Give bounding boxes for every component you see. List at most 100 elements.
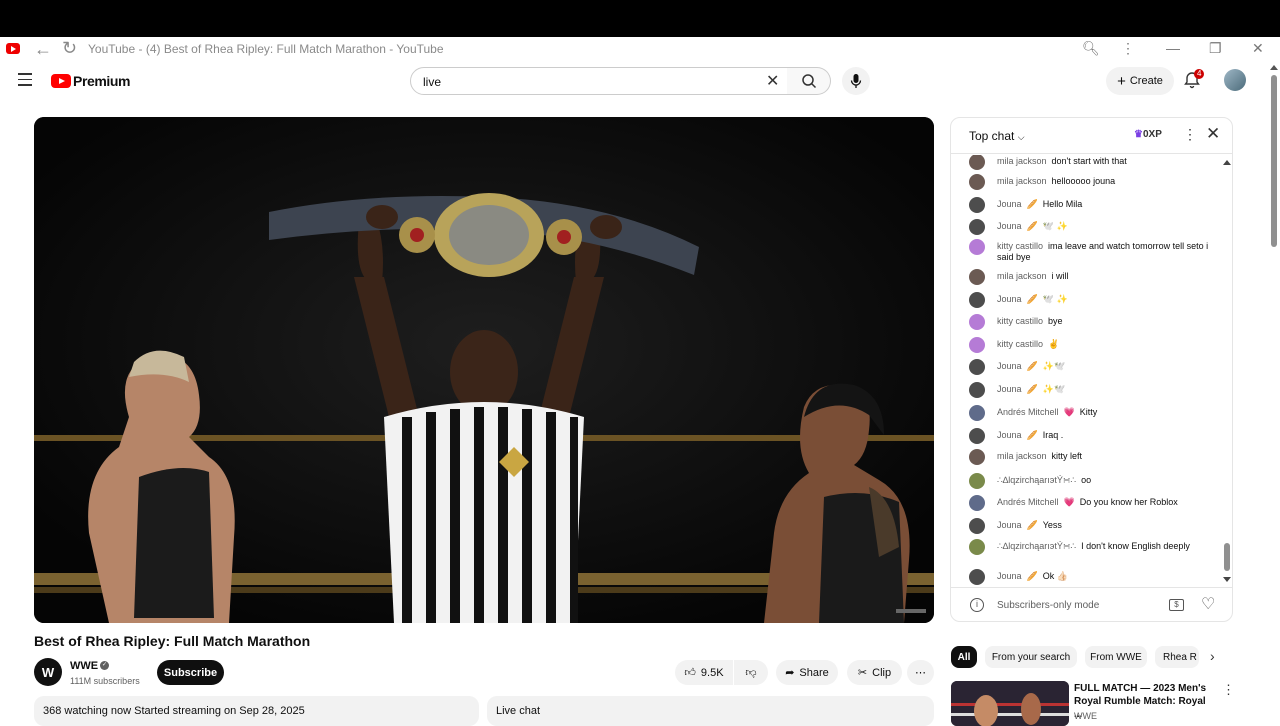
chat-message-text: ✨🕊️ (1042, 384, 1066, 394)
super-chat-icon[interactable]: $ (1169, 599, 1184, 611)
chat-author-name[interactable]: kitty castillo (997, 339, 1043, 349)
chat-author-name[interactable]: Jouna (997, 199, 1022, 209)
chat-author-name[interactable]: Jouna (997, 430, 1022, 440)
chat-message-body: Jouna 🥖 ✨🕊️ (997, 361, 1217, 372)
recommendation-thumbnail[interactable] (951, 681, 1069, 726)
chat-author-avatar[interactable] (969, 219, 985, 235)
menu-icon[interactable] (18, 73, 32, 90)
chat-author-avatar[interactable] (969, 359, 985, 375)
recommendation-menu-icon[interactable]: ⋮ (1222, 682, 1235, 698)
zoom-icon[interactable]: 🔍︎ (1082, 40, 1100, 57)
info-icon[interactable]: i (970, 598, 984, 612)
chat-footer: i Subscribers-only mode $ ♡ (951, 587, 1232, 621)
heart-icon[interactable]: ♡ (1201, 594, 1215, 614)
live-chat-panel-toggle[interactable]: Live chat (487, 696, 934, 726)
chat-author-name[interactable]: mila jackson (997, 451, 1047, 461)
chat-author-avatar[interactable] (969, 539, 985, 555)
more-horizontal-icon: ⋯ (915, 667, 926, 679)
chat-author-avatar[interactable] (969, 174, 985, 190)
chat-author-name[interactable]: Andrés Mitchell (997, 497, 1059, 507)
chip-from-wwe[interactable]: From WWE (1085, 646, 1147, 668)
page-scroll-thumb[interactable] (1271, 75, 1277, 247)
subscribe-button[interactable]: Subscribe (157, 660, 224, 685)
chat-author-avatar[interactable] (969, 239, 985, 255)
reload-icon[interactable]: ↻ (62, 38, 77, 59)
clear-search-icon[interactable]: ✕ (766, 71, 779, 91)
scroll-up-arrow-icon[interactable] (1270, 65, 1278, 70)
page-scrollbar[interactable] (1268, 61, 1280, 720)
search-input[interactable]: live (410, 67, 788, 95)
chat-author-name[interactable]: mila jackson (997, 271, 1047, 281)
chat-author-avatar[interactable] (969, 405, 985, 421)
create-button[interactable]: + Create (1106, 67, 1174, 95)
chat-options-icon[interactable]: ⋮ (1183, 126, 1197, 143)
chat-author-avatar[interactable] (969, 337, 985, 353)
chat-header: Top chat ⌵ ♛0XP ⋮ ✕ (951, 118, 1232, 154)
chat-author-avatar[interactable] (969, 292, 985, 308)
chip-from-your-search[interactable]: From your search (985, 646, 1077, 668)
tab-title: YouTube - (4) Best of Rhea Ripley: Full … (88, 42, 444, 56)
chat-author-name[interactable]: ∴∆lqzirchąarıэtÝ∺∴ (997, 541, 1076, 551)
chat-scroll-thumb[interactable] (1224, 543, 1230, 571)
chat-author-avatar[interactable] (969, 518, 985, 534)
chat-scrollbar[interactable] (1223, 156, 1232, 586)
chat-close-icon[interactable]: ✕ (1206, 124, 1220, 144)
chat-author-name[interactable]: Jouna (997, 520, 1022, 530)
chat-author-avatar[interactable] (969, 428, 985, 444)
chat-message-body: Andrés Mitchell 💗 Do you know her Roblox (997, 497, 1217, 508)
chat-author-avatar[interactable] (969, 269, 985, 285)
chat-author-name[interactable]: Jouna (997, 384, 1022, 394)
chat-author-avatar[interactable] (969, 569, 985, 585)
browser-titlebar: ← ↻ YouTube - (4) Best of Rhea Ripley: F… (0, 37, 1280, 61)
search-button[interactable] (787, 67, 831, 95)
chevron-right-icon[interactable]: › (1210, 648, 1215, 664)
channel-avatar[interactable]: W (34, 658, 62, 686)
video-player[interactable] (34, 117, 934, 623)
chat-scroll-down-icon[interactable] (1223, 577, 1231, 582)
description-box[interactable]: 368 watching now Started streaming on Se… (34, 696, 479, 726)
minimize-icon[interactable]: — (1166, 40, 1180, 56)
like-button[interactable]: 👍︎ 9.5K (675, 660, 733, 685)
chat-author-name[interactable]: Jouna (997, 294, 1022, 304)
chat-author-name[interactable]: Andrés Mitchell (997, 407, 1059, 417)
chat-author-name[interactable]: mila jackson (997, 156, 1047, 166)
xp-indicator[interactable]: ♛0XP (1134, 129, 1162, 140)
channel-name[interactable]: WWE (70, 660, 98, 672)
chat-message-text: 🕊️ ✨ (1042, 294, 1068, 304)
top-chat-dropdown[interactable]: Top chat ⌵ (969, 129, 1025, 143)
chat-message-text: oo (1081, 475, 1092, 485)
chat-author-name[interactable]: kitty castillo (997, 316, 1043, 326)
back-arrow-icon[interactable]: ← (34, 39, 52, 60)
chat-scroll-up-icon[interactable] (1223, 160, 1231, 165)
logo-text: Premium (73, 73, 131, 89)
chat-message-list[interactable]: mila jackson don't start with that mila ja… (951, 155, 1221, 585)
chat-author-name[interactable]: Jouna (997, 361, 1022, 371)
chat-author-badge-icon: 🥖 (1026, 571, 1038, 581)
clip-button[interactable]: ✂ Clip (847, 660, 902, 685)
chat-author-avatar[interactable] (969, 382, 985, 398)
chat-author-name[interactable]: ∴∆lqzirchąarıэtÝ∺∴ (997, 475, 1076, 485)
chat-author-name[interactable]: mila jackson (997, 176, 1047, 186)
chat-message-body: Jouna 🥖 Hello Mila (997, 199, 1217, 210)
chip-all[interactable]: All (951, 646, 977, 668)
chat-author-avatar[interactable] (969, 155, 985, 170)
restore-icon[interactable]: ❐ (1209, 40, 1222, 57)
dislike-button[interactable]: 👎︎ (734, 660, 768, 685)
browser-menu-icon[interactable]: ⋮ (1121, 40, 1135, 57)
share-button[interactable]: ➦ Share (776, 660, 838, 685)
chat-author-name[interactable]: Jouna (997, 571, 1022, 581)
chat-author-avatar[interactable] (969, 314, 985, 330)
chat-author-avatar[interactable] (969, 197, 985, 213)
voice-search-button[interactable] (842, 67, 870, 95)
chat-author-avatar[interactable] (969, 473, 985, 489)
chip-rhea[interactable]: Rhea R (1155, 646, 1199, 668)
chat-author-avatar[interactable] (969, 495, 985, 511)
more-actions-button[interactable]: ⋯ (907, 660, 934, 685)
chat-message-text: Iraq . (1042, 430, 1064, 440)
youtube-logo[interactable]: Premium (51, 73, 131, 89)
window-close-icon[interactable]: ✕ (1252, 40, 1264, 57)
chat-author-name[interactable]: kitty castillo (997, 241, 1043, 251)
chat-author-name[interactable]: Jouna (997, 221, 1022, 231)
account-avatar[interactable] (1224, 69, 1246, 91)
chat-author-avatar[interactable] (969, 449, 985, 465)
